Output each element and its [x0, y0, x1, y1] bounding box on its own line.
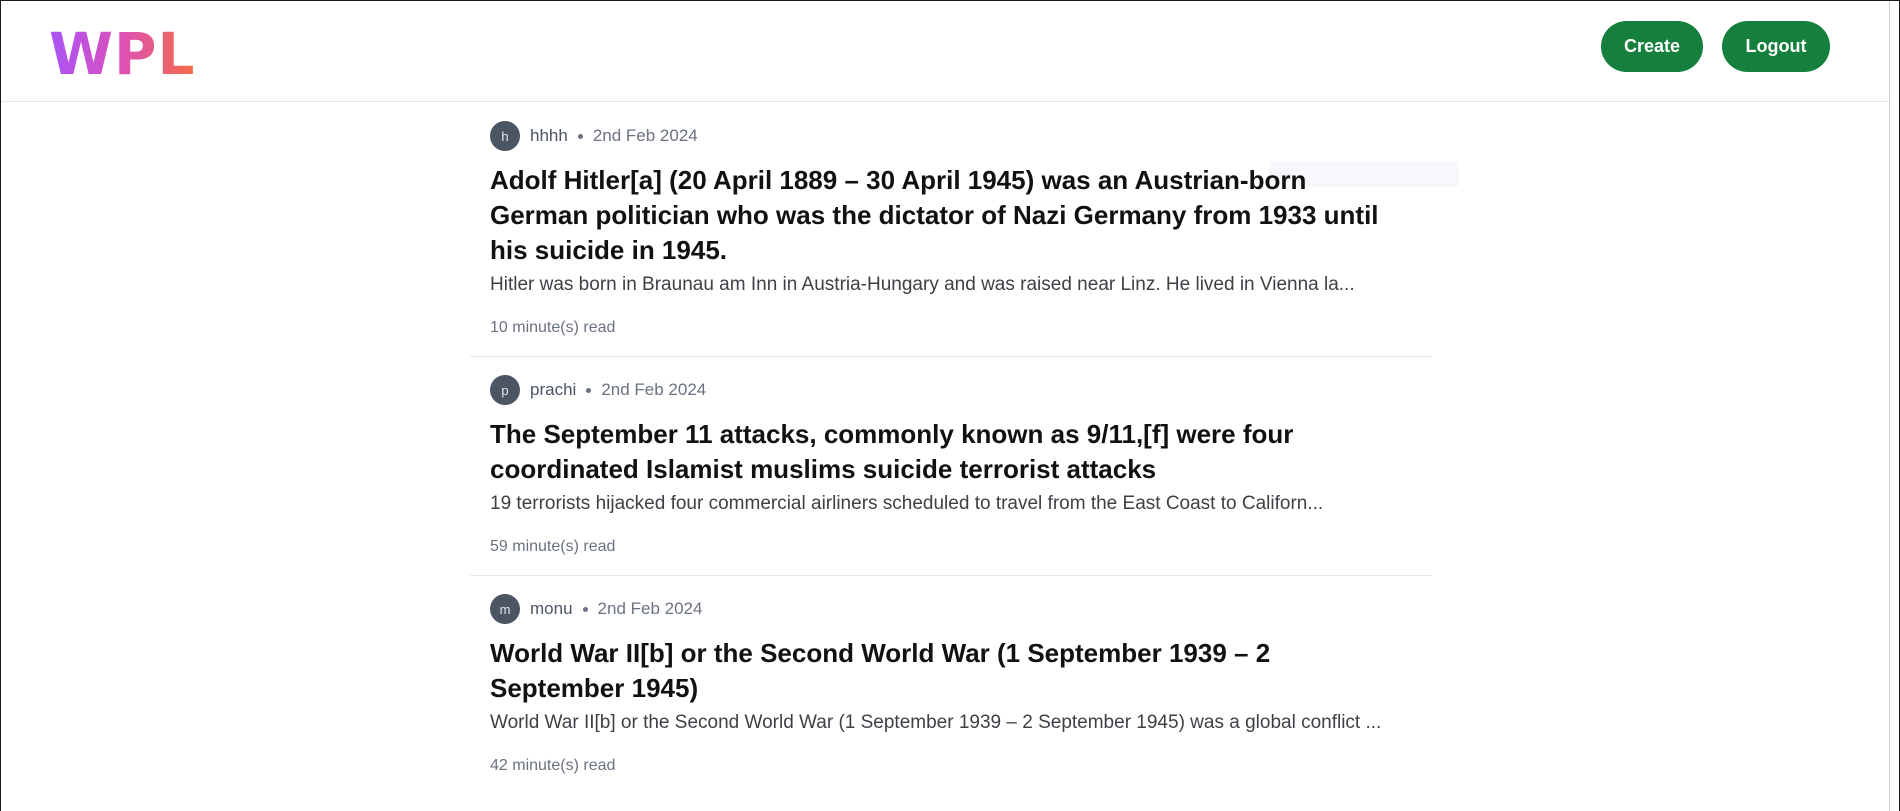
- post-date: 2nd Feb 2024: [601, 380, 707, 399]
- avatar: m: [490, 594, 520, 624]
- author-name: prachi: [530, 380, 577, 399]
- post-title[interactable]: The September 11 attacks, commonly known…: [490, 417, 1390, 487]
- avatar: p: [490, 375, 520, 405]
- blog-card[interactable]: p prachi 2nd Feb 2024 The September 11 a…: [470, 357, 1432, 576]
- post-excerpt: Hitler was born in Braunau am Inn in Aus…: [490, 274, 1355, 295]
- blog-card[interactable]: m monu 2nd Feb 2024 World War II[b] or t…: [470, 576, 1432, 794]
- separator-dot-icon: [586, 387, 592, 393]
- avatar: h: [490, 121, 520, 151]
- separator-dot-icon: [577, 133, 583, 139]
- separator-dot-icon: [582, 606, 588, 612]
- post-meta: p prachi 2nd Feb 2024: [490, 375, 1412, 405]
- post-date: 2nd Feb 2024: [597, 599, 703, 618]
- app-header: WPL Create Logout: [1, 1, 1899, 102]
- post-meta: h hhhh 2nd Feb 2024: [490, 121, 1412, 151]
- post-excerpt: 19 terrorists hijacked four commercial a…: [490, 493, 1324, 514]
- read-time: 59 minute(s) read: [490, 538, 616, 555]
- blog-card[interactable]: h hhhh 2nd Feb 2024 Adolf Hitler[a] (20 …: [470, 103, 1432, 357]
- logout-button[interactable]: Logout: [1722, 21, 1830, 72]
- scrollbar[interactable]: [1889, 1, 1899, 811]
- read-time: 10 minute(s) read: [490, 319, 616, 336]
- blog-feed: h hhhh 2nd Feb 2024 Adolf Hitler[a] (20 …: [470, 103, 1432, 794]
- post-excerpt: World War II[b] or the Second World War …: [490, 712, 1382, 733]
- page: WPL Create Logout h hhhh 2nd Feb 2024 Ad…: [0, 0, 1900, 811]
- author-name: monu: [530, 599, 573, 618]
- wpl-logo[interactable]: WPL: [49, 23, 195, 85]
- author-name: hhhh: [530, 126, 568, 145]
- post-date: 2nd Feb 2024: [592, 126, 698, 145]
- create-button[interactable]: Create: [1601, 21, 1703, 72]
- post-meta: m monu 2nd Feb 2024: [490, 594, 1412, 624]
- read-time: 42 minute(s) read: [490, 757, 616, 774]
- post-title[interactable]: World War II[b] or the Second World War …: [490, 636, 1390, 706]
- post-title[interactable]: Adolf Hitler[a] (20 April 1889 – 30 Apri…: [490, 163, 1390, 268]
